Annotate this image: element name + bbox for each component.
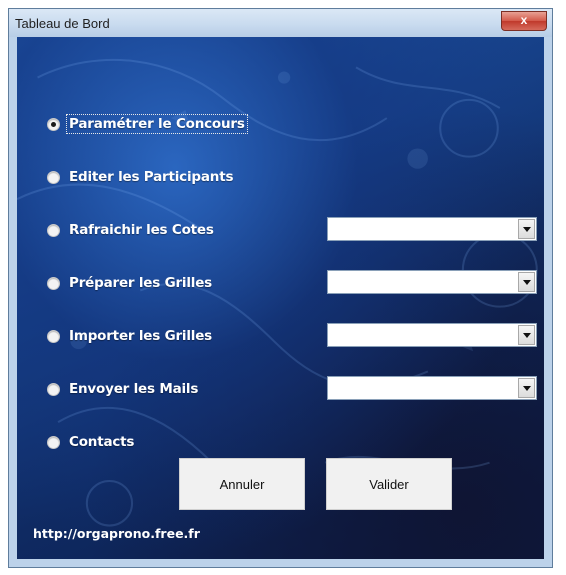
dropdown-button[interactable] bbox=[518, 272, 535, 292]
option-parametrer-concours[interactable]: Paramétrer le Concours bbox=[47, 114, 248, 134]
option-label: Envoyer les Mails bbox=[69, 381, 199, 397]
option-label: Importer les Grilles bbox=[69, 328, 212, 344]
radio-envoyer-mails[interactable] bbox=[47, 382, 60, 396]
window-title: Tableau de Bord bbox=[15, 16, 110, 31]
radio-editer-participants[interactable] bbox=[47, 170, 60, 184]
option-preparer-grilles[interactable]: Préparer les Grilles bbox=[47, 274, 214, 292]
radio-rafraichir-cotes[interactable] bbox=[47, 223, 60, 237]
close-button[interactable]: x bbox=[501, 11, 547, 31]
dashboard-panel: Paramétrer le Concours Editer les Partic… bbox=[17, 37, 544, 559]
chevron-down-icon bbox=[522, 332, 531, 338]
preparer-grilles-dropdown[interactable] bbox=[327, 270, 537, 294]
radio-contacts[interactable] bbox=[47, 435, 60, 449]
dropdown-button[interactable] bbox=[518, 325, 535, 345]
option-label: Contacts bbox=[69, 434, 135, 450]
chevron-down-icon bbox=[522, 279, 531, 285]
radio-parametrer-concours[interactable] bbox=[47, 117, 60, 131]
chevron-down-icon bbox=[522, 385, 531, 391]
dialog-window: Tableau de Bord x Paramétrer le Concours… bbox=[8, 8, 553, 568]
validate-button[interactable]: Valider bbox=[326, 458, 452, 510]
radio-importer-grilles[interactable] bbox=[47, 329, 60, 343]
option-editer-participants[interactable]: Editer les Participants bbox=[47, 168, 235, 186]
dropdown-button[interactable] bbox=[518, 378, 535, 398]
option-label: Rafraichir les Cotes bbox=[69, 222, 214, 238]
option-contacts[interactable]: Contacts bbox=[47, 433, 136, 451]
option-label: Préparer les Grilles bbox=[69, 275, 212, 291]
cancel-button[interactable]: Annuler bbox=[179, 458, 305, 510]
chevron-down-icon bbox=[522, 226, 531, 232]
title-bar[interactable]: Tableau de Bord x bbox=[9, 9, 552, 37]
cotes-dropdown[interactable] bbox=[327, 217, 537, 241]
importer-grilles-dropdown[interactable] bbox=[327, 323, 537, 347]
envoyer-mails-dropdown[interactable] bbox=[327, 376, 537, 400]
website-link[interactable]: http://orgaprono.free.fr bbox=[33, 526, 200, 541]
radio-preparer-grilles[interactable] bbox=[47, 276, 60, 290]
option-label: Editer les Participants bbox=[69, 169, 234, 185]
close-icon: x bbox=[520, 13, 528, 27]
option-importer-grilles[interactable]: Importer les Grilles bbox=[47, 327, 214, 345]
option-label: Paramétrer le Concours bbox=[66, 114, 248, 134]
option-envoyer-mails[interactable]: Envoyer les Mails bbox=[47, 380, 200, 398]
option-rafraichir-cotes[interactable]: Rafraichir les Cotes bbox=[47, 221, 216, 239]
dropdown-button[interactable] bbox=[518, 219, 535, 239]
